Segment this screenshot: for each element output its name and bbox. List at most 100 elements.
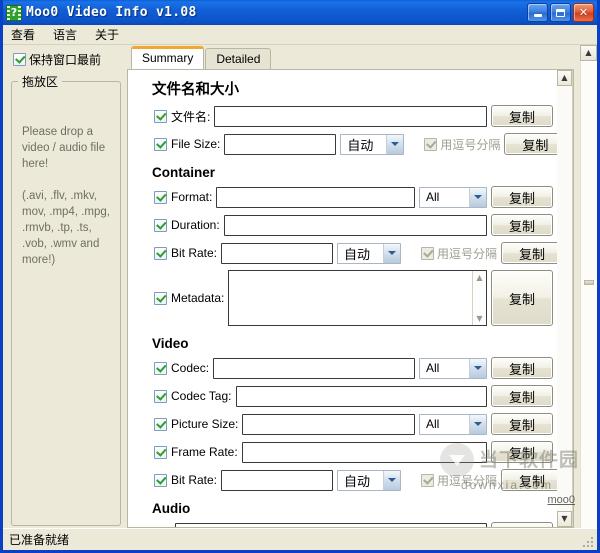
label-video-bit-rate: Bit Rate: <box>171 473 218 487</box>
input-video-frame-rate[interactable] <box>241 441 487 463</box>
comma-group-container-bit-rate[interactable]: 用逗号分隔 <box>405 245 497 262</box>
inner-scroll-track[interactable] <box>557 86 572 511</box>
chevron-down-icon[interactable] <box>383 243 401 263</box>
input-audio-codec[interactable] <box>175 522 487 527</box>
chevron-down-icon[interactable] <box>469 414 486 434</box>
combobox-video-picture-size[interactable]: All <box>419 413 487 435</box>
input-container-bit-rate[interactable] <box>221 242 334 264</box>
input-file-size[interactable] <box>224 133 337 155</box>
combobox-value: All <box>426 190 440 204</box>
menu-about[interactable]: 关于 <box>93 25 121 44</box>
textarea-surface[interactable] <box>229 271 472 325</box>
input-video-codec-tag[interactable] <box>235 385 487 407</box>
inner-scroll-down-button[interactable]: ▼ <box>557 511 572 527</box>
checkbox-video-bit-rate[interactable] <box>154 473 167 487</box>
minimize-button[interactable] <box>527 3 548 22</box>
outer-scroll-track[interactable] <box>580 61 597 528</box>
combobox-value: 自动 <box>344 246 371 262</box>
checkbox-container-duration[interactable] <box>154 218 167 232</box>
row-video-picture-size: Picture Size: All 复制 <box>138 413 553 435</box>
inner-vertical-scrollbar[interactable]: ▲ ▼ <box>557 70 573 527</box>
chevron-down-icon[interactable] <box>383 470 401 490</box>
menu-language[interactable]: 语言 <box>51 25 79 44</box>
comma-checkbox-file-size[interactable] <box>424 137 438 151</box>
row-audio-codec: 复制 <box>138 522 553 527</box>
copy-button-video-picture-size[interactable]: 复制 <box>491 413 553 435</box>
checkbox-video-frame-rate[interactable] <box>154 445 167 459</box>
copy-button-video-bit-rate[interactable]: 复制 <box>501 469 557 491</box>
keep-on-top-checkbox[interactable] <box>13 53 26 66</box>
textarea-container-metadata[interactable]: ▲ ▼ <box>228 270 487 326</box>
checkbox-audio-codec[interactable] <box>154 526 167 527</box>
copy-button-container-duration[interactable]: 复制 <box>491 214 553 236</box>
checkbox-video-codec[interactable] <box>154 361 167 375</box>
copy-button-video-codec-tag[interactable]: 复制 <box>491 385 553 407</box>
summary-form: 文件名和大小 文件名: 复制 File Size: 自动 用逗号分隔 复制 Container… <box>128 70 557 527</box>
minimize-icon <box>533 14 542 17</box>
label-container-duration: Duration: <box>171 218 220 232</box>
drop-zone[interactable]: 拖放区 Please drop a video / audio file her… <box>11 73 121 526</box>
menu-view[interactable]: 查看 <box>9 25 37 44</box>
tab-strip: Summary Detailed <box>127 46 574 69</box>
chevron-down-icon[interactable] <box>469 187 486 207</box>
keep-on-top-row[interactable]: 保持窗口最前 <box>9 51 123 68</box>
input-container-format[interactable] <box>216 186 415 208</box>
input-file-name[interactable] <box>214 105 487 127</box>
drop-zone-title: 拖放区 <box>18 73 63 90</box>
checkbox-container-metadata[interactable] <box>154 291 167 305</box>
outer-scroll-up-button[interactable]: ▲ <box>580 45 597 61</box>
outer-scroll-thumb[interactable] <box>584 280 594 286</box>
chevron-down-icon[interactable] <box>469 358 486 378</box>
inner-scroll-up-button[interactable]: ▲ <box>557 70 572 86</box>
comma-checkbox-container-bit-rate[interactable] <box>421 246 435 260</box>
checkbox-container-format[interactable] <box>154 190 167 204</box>
copy-button-container-metadata[interactable]: 复制 <box>491 270 553 326</box>
combobox-container-format[interactable]: All <box>419 186 487 208</box>
copy-button-file-name[interactable]: 复制 <box>491 105 553 127</box>
tab-summary[interactable]: Summary <box>131 46 205 69</box>
tab-detailed[interactable]: Detailed <box>205 48 272 69</box>
row-video-bit-rate: Bit Rate: 自动 用逗号分隔 复制 <box>138 469 557 491</box>
maximize-button[interactable] <box>550 3 571 22</box>
input-video-codec[interactable] <box>213 357 415 379</box>
section-heading-video: Video <box>152 336 189 351</box>
copy-button-container-bit-rate[interactable]: 复制 <box>501 242 557 264</box>
drop-zone-line-2: (.avi, .flv, .mkv, mov, .mp4, .mpg, .rmv… <box>22 190 110 266</box>
checkbox-container-bit-rate[interactable] <box>154 246 167 260</box>
label-file-size: File Size: <box>171 137 221 151</box>
metadata-scroll-up-icon[interactable]: ▲ <box>473 271 486 284</box>
combobox-file-size[interactable]: 自动 <box>340 133 405 155</box>
close-button[interactable]: ✕ <box>573 3 594 22</box>
combobox-container-bit-rate[interactable]: 自动 <box>337 242 402 264</box>
left-pane: 保持窗口最前 拖放区 Please drop a video / audio f… <box>3 45 123 528</box>
metadata-scrollbar[interactable]: ▲ ▼ <box>472 271 486 325</box>
checkbox-file-name[interactable] <box>154 109 167 123</box>
chevron-down-icon[interactable] <box>386 134 404 154</box>
status-text: 已准备就绪 <box>9 533 70 547</box>
input-container-duration[interactable] <box>223 214 487 236</box>
comma-group-video-bit-rate[interactable]: 用逗号分隔 <box>405 472 497 489</box>
copy-button-audio-codec[interactable]: 复制 <box>491 522 553 527</box>
right-pane: Summary Detailed 文件名和大小 文件名: 复制 File Size: 自… <box>123 45 580 528</box>
copy-button-file-size[interactable]: 复制 <box>504 133 557 155</box>
section-heading-container: Container <box>152 165 216 180</box>
outer-vertical-scrollbar[interactable]: ▲ <box>580 45 597 528</box>
row-video-frame-rate: Frame Rate: 复制 <box>138 441 553 463</box>
checkbox-video-picture-size[interactable] <box>154 417 167 431</box>
row-file-name: 文件名: 复制 <box>138 105 553 127</box>
comma-checkbox-video-bit-rate[interactable] <box>421 473 435 487</box>
metadata-scroll-down-icon[interactable]: ▼ <box>473 312 486 325</box>
copy-button-video-frame-rate[interactable]: 复制 <box>491 441 553 463</box>
combobox-video-codec[interactable]: All <box>419 357 487 379</box>
combobox-video-bit-rate[interactable]: 自动 <box>337 469 402 491</box>
maximize-icon <box>556 8 565 17</box>
title-bar: ? Moo0 Video Info v1.08 ✕ <box>3 0 597 25</box>
input-video-picture-size[interactable] <box>242 413 415 435</box>
checkbox-file-size[interactable] <box>154 137 167 151</box>
comma-group-file-size[interactable]: 用逗号分隔 <box>408 136 500 153</box>
resize-grip[interactable] <box>582 536 594 548</box>
copy-button-video-codec[interactable]: 复制 <box>491 357 553 379</box>
input-video-bit-rate[interactable] <box>221 469 334 491</box>
checkbox-video-codec-tag[interactable] <box>154 389 167 403</box>
copy-button-container-format[interactable]: 复制 <box>491 186 553 208</box>
